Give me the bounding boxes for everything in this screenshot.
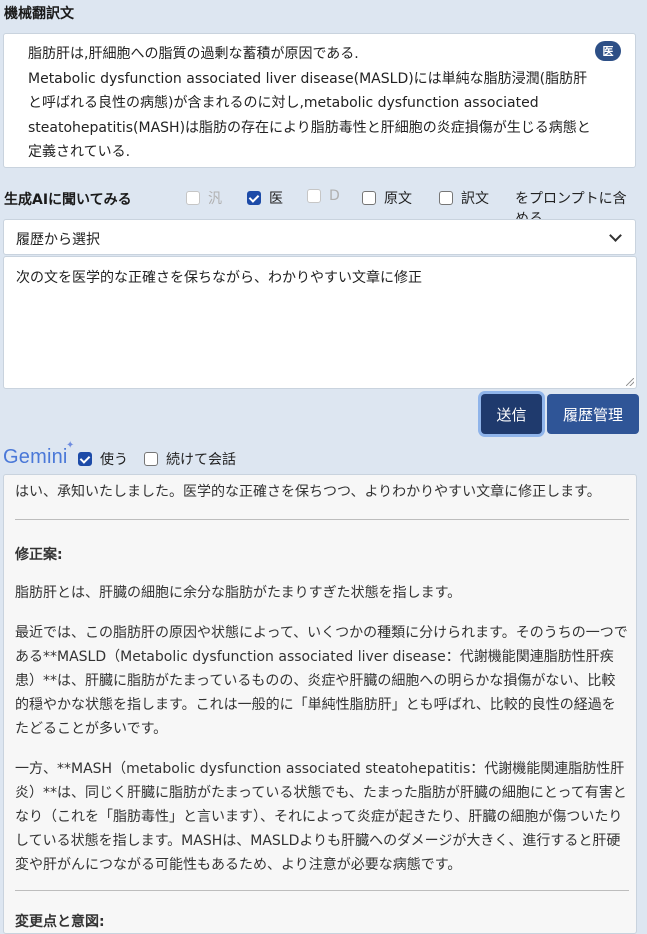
response-panel: はい、承知いたしました。医学的な正確さを保ちつつ、よりわかりやすい文章に修正しま… xyxy=(3,474,637,934)
translation-line-2: Metabolic dysfunction associated liver d… xyxy=(28,70,591,161)
prompt-text: 次の文を医学的な正確さを保ちながら、わかりやすい文章に修正 xyxy=(16,270,422,286)
gemini-use-label: 使う xyxy=(100,452,128,468)
history-manage-button[interactable]: 履歴管理 xyxy=(547,394,639,434)
option-general-checkbox xyxy=(186,191,200,205)
option-source[interactable]: 原文 xyxy=(362,188,412,208)
option-source-checkbox[interactable] xyxy=(362,191,376,205)
option-d-checkbox xyxy=(307,189,321,203)
medical-badge: 医 xyxy=(595,41,621,61)
divider xyxy=(15,519,629,520)
response-para-2: 最近では、この脂肪肝の原因や状態によって、いくつかの種類に分けられます。そのうち… xyxy=(15,625,628,737)
continue-conversation-option[interactable]: 続けて会話 xyxy=(144,449,236,469)
gemini-use-checkbox[interactable] xyxy=(78,452,92,466)
resize-handle-icon[interactable] xyxy=(626,378,634,386)
translation-panel: 脂肪肝は,肝細胞への脂質の過剰な蓄積が原因である. Metabolic dysf… xyxy=(3,33,636,168)
divider xyxy=(15,890,629,891)
option-general-label: 汎 xyxy=(208,191,222,207)
gemini-row: Gemini ✦ 使う 続けて会話 xyxy=(3,440,643,470)
history-select[interactable]: 履歴から選択 xyxy=(3,219,636,255)
chevron-down-icon xyxy=(609,229,622,242)
continue-conversation-label: 続けて会話 xyxy=(166,452,236,468)
response-para-3: 一方、**MASH（metabolic dysfunction associat… xyxy=(15,761,627,873)
option-general: 汎 xyxy=(186,188,222,208)
option-translation-checkbox[interactable] xyxy=(439,191,453,205)
response-para-1: 脂肪肝とは、肝臓の細胞に余分な脂肪がたまりすぎた状態を指します。 xyxy=(15,585,462,601)
option-medical[interactable]: 医 xyxy=(247,188,283,208)
gemini-use-option[interactable]: 使う xyxy=(78,449,128,469)
translation-text: 脂肪肝は,肝細胞への脂質の過剰な蓄積が原因である. Metabolic dysf… xyxy=(28,42,593,165)
sparkle-icon: ✦ xyxy=(66,440,75,451)
option-medical-label: 医 xyxy=(269,191,283,207)
gemini-logo: Gemini xyxy=(3,446,68,468)
history-select-value: 履歴から選択 xyxy=(16,232,100,248)
option-d-label: D xyxy=(329,188,340,204)
option-source-label: 原文 xyxy=(384,191,412,207)
option-translation[interactable]: 訳文 xyxy=(439,188,489,208)
translation-line-1: 脂肪肝は,肝細胞への脂質の過剰な蓄積が原因である. xyxy=(28,46,359,62)
continue-conversation-checkbox[interactable] xyxy=(144,452,158,466)
ai-options-row: 生成AIに聞いてみる 汎 医 D 原文 訳文 をプロンプトに含める xyxy=(4,188,640,227)
ai-section-title: 生成AIに聞いてみる xyxy=(4,192,132,208)
translation-title: 機械翻訳文 xyxy=(4,6,74,22)
option-translation-label: 訳文 xyxy=(461,191,489,207)
prompt-textarea[interactable]: 次の文を医学的な正確さを保ちながら、わかりやすい文章に修正 xyxy=(3,256,637,389)
option-d: D xyxy=(307,188,340,204)
send-button[interactable]: 送信 xyxy=(481,394,542,434)
response-intro: はい、承知いたしました。医学的な正確さを保ちつつ、よりわかりやすい文章に修正しま… xyxy=(15,484,601,500)
response-heading-revision: 修正案: xyxy=(15,547,63,563)
option-medical-checkbox[interactable] xyxy=(247,191,261,205)
response-heading-changes: 変更点と意図: xyxy=(15,914,105,930)
